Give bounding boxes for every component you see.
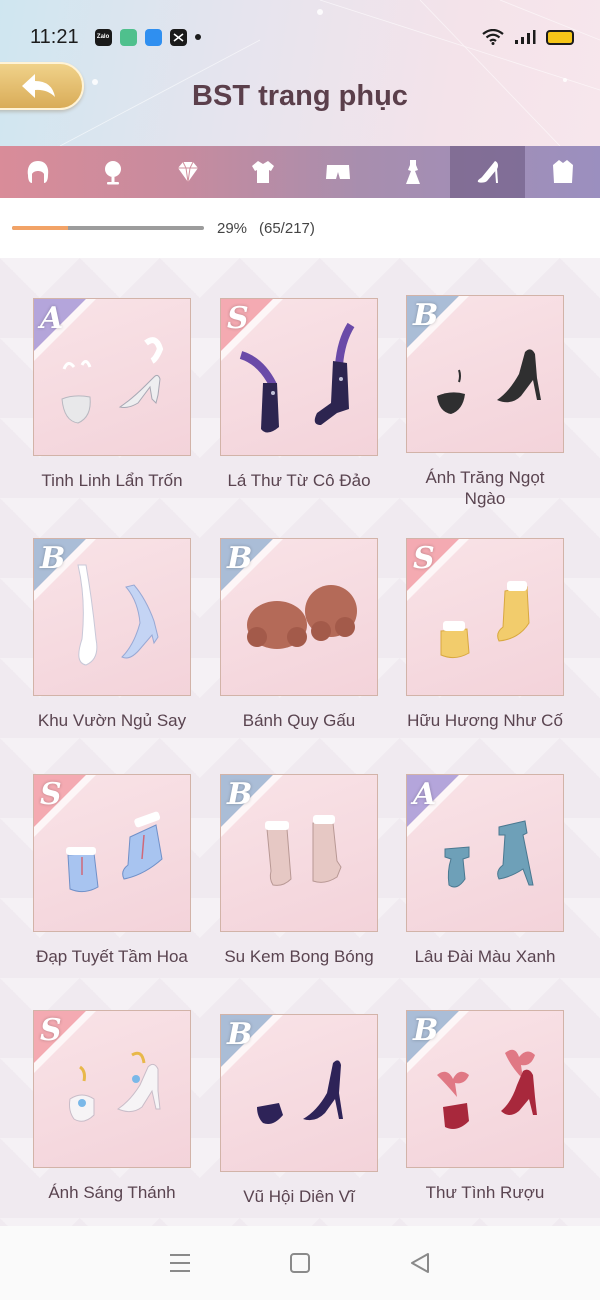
item-name: Thư Tình Rượu	[425, 1183, 545, 1202]
shoe-illustration	[440, 581, 530, 659]
tab-hair[interactable]	[0, 146, 75, 198]
item-thumbnail: B	[406, 295, 564, 453]
progress-bar	[12, 226, 204, 230]
item-name: Ánh Trăng Ngọt Ngào	[425, 468, 545, 508]
progress-percent: 29%	[217, 220, 248, 237]
item-grid: A Tinh Linh Lẩn Trốn S Lá Thư Từ Cô Đảo …	[0, 258, 600, 1226]
high-heel-icon	[477, 161, 498, 183]
status-bar: 11:21 Zalo	[30, 22, 574, 52]
item-name: Vũ Hội Diên Vĩ	[243, 1187, 355, 1206]
item-thumbnail: S	[33, 774, 191, 932]
item-card[interactable]: B Bánh Quy Gấu	[220, 538, 378, 731]
item-card[interactable]: S Ánh Sáng Thánh	[33, 1010, 191, 1203]
item-card[interactable]: S Hữu Hương Như Cố	[406, 538, 564, 731]
shoe-illustration	[239, 322, 355, 433]
mirror-icon	[104, 161, 121, 185]
back-triangle-icon	[411, 1253, 429, 1273]
item-thumbnail: A	[406, 774, 564, 932]
shoe-illustration	[257, 1060, 343, 1124]
home-square-icon	[290, 1253, 310, 1273]
shorts-icon	[325, 165, 350, 179]
app-green-icon	[119, 28, 137, 46]
battery-icon	[546, 29, 574, 45]
item-thumbnail: S	[220, 298, 378, 456]
item-name: Lâu Đài Màu Xanh	[414, 947, 556, 966]
item-card[interactable]: B Ánh Trăng Ngọt Ngào	[406, 295, 564, 509]
menu-icon	[170, 1254, 190, 1272]
jacket-icon	[251, 161, 274, 183]
item-thumbnail: S	[406, 538, 564, 696]
item-name: Lá Thư Từ Cô Đảo	[227, 471, 371, 490]
wifi-icon	[482, 29, 504, 45]
item-card[interactable]: B Vũ Hội Diên Vĩ	[220, 1014, 378, 1207]
item-card[interactable]: B Khu Vườn Ngủ Say	[33, 538, 191, 731]
shoe-illustration	[69, 1051, 161, 1122]
clock: 11:21	[30, 25, 79, 48]
item-name: Hữu Hương Như Cố	[407, 711, 563, 730]
hair-icon	[27, 161, 48, 183]
item-card[interactable]: S Lá Thư Từ Cô Đảo	[220, 298, 378, 491]
item-thumbnail: B	[406, 1010, 564, 1168]
page-title: BST trang phục	[192, 80, 408, 112]
coat-icon	[552, 160, 573, 183]
shoe-illustration	[61, 337, 164, 424]
item-thumbnail: S	[33, 1010, 191, 1168]
header: 11:21 Zalo BST trang phục	[0, 0, 600, 146]
zalo-icon: Zalo	[94, 28, 112, 46]
item-thumbnail: B	[220, 774, 378, 932]
item-card[interactable]: A Lâu Đài Màu Xanh	[406, 774, 564, 967]
dot-icon	[194, 34, 201, 40]
item-thumbnail: B	[220, 538, 378, 696]
tab-accessory[interactable]	[75, 146, 150, 198]
tab-top[interactable]	[225, 146, 300, 198]
diamond-icon	[177, 161, 198, 183]
item-card[interactable]: B Su Kem Bong Bóng	[220, 774, 378, 967]
app-blue-icon	[144, 28, 162, 46]
shoe-illustration	[265, 815, 342, 886]
category-tabs	[0, 146, 600, 205]
shoe-illustration	[444, 820, 534, 888]
item-thumbnail: A	[33, 298, 191, 456]
signal-icon	[515, 30, 536, 44]
item-card[interactable]: B Thư Tình Rượu	[406, 1010, 564, 1203]
system-navbar	[0, 1226, 600, 1300]
shoe-illustration	[77, 564, 159, 666]
item-card[interactable]: A Tinh Linh Lẩn Trốn	[33, 298, 191, 491]
item-name: Đạp Tuyết Tầm Hoa	[36, 947, 188, 966]
progress-fill	[12, 226, 68, 230]
menu-button[interactable]	[165, 1248, 195, 1278]
shoe-illustration	[437, 349, 541, 414]
tab-dress[interactable]	[375, 146, 450, 198]
shoe-illustration	[437, 1049, 537, 1129]
item-name: Ánh Sáng Thánh	[48, 1183, 176, 1202]
collection-progress: 29% (65/217)	[0, 198, 600, 258]
home-button[interactable]	[285, 1248, 315, 1278]
status-left: 11:21 Zalo	[30, 26, 201, 49]
shoe-illustration	[247, 585, 357, 649]
item-thumbnail: B	[220, 1014, 378, 1172]
dress-icon	[405, 160, 420, 184]
item-name: Khu Vườn Ngủ Say	[37, 711, 187, 730]
progress-count: (65/217)	[259, 220, 315, 237]
tab-coat[interactable]	[525, 146, 600, 198]
item-name: Tinh Linh Lẩn Trốn	[41, 471, 183, 490]
tab-jewelry[interactable]	[150, 146, 225, 198]
item-card[interactable]: S Đạp Tuyết Tầm Hoa	[33, 774, 191, 967]
tab-bottom[interactable]	[300, 146, 375, 198]
shoe-illustration	[66, 811, 163, 893]
status-right	[482, 29, 574, 45]
item-thumbnail: B	[33, 538, 191, 696]
system-back-button[interactable]	[405, 1248, 435, 1278]
item-name: Bánh Quy Gấu	[242, 711, 356, 730]
item-name: Su Kem Bong Bóng	[224, 947, 374, 966]
capcut-icon	[169, 28, 187, 46]
tab-shoes[interactable]	[450, 146, 525, 205]
